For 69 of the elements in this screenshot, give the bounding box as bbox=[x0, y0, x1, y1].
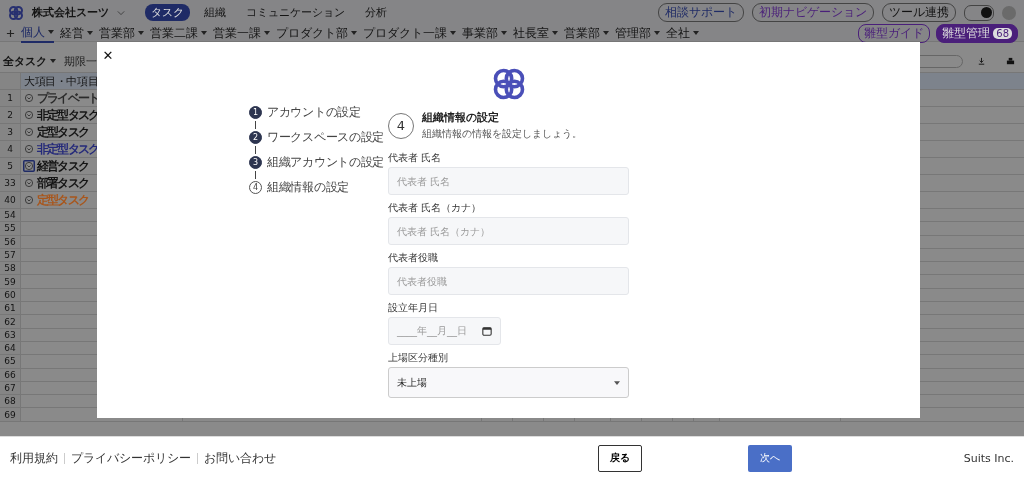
step-number: 1 bbox=[249, 106, 262, 119]
nav-tab[interactable]: タスク bbox=[145, 4, 190, 21]
row-number: 62 bbox=[0, 315, 21, 328]
task-name[interactable]: 定型タスク bbox=[37, 123, 88, 141]
date-field[interactable]: ____年__月__日 bbox=[388, 317, 501, 345]
next-button[interactable]: 次へ bbox=[747, 444, 792, 472]
filter-chip[interactable]: 期限一 bbox=[64, 53, 97, 69]
row-number: 65 bbox=[0, 355, 21, 368]
board-tab[interactable]: プロダクト一課 bbox=[363, 24, 456, 42]
count-badge: 68 bbox=[993, 27, 1012, 39]
row-number: 55 bbox=[0, 222, 21, 235]
row-number: 5 bbox=[0, 158, 21, 174]
row-number: 33 bbox=[0, 175, 21, 191]
row-number: 59 bbox=[0, 275, 21, 288]
nav-tab[interactable]: 組織 bbox=[198, 4, 232, 21]
board-tab[interactable]: 営業一課 bbox=[213, 24, 270, 42]
filter-dropdown[interactable]: 全タスク bbox=[3, 53, 56, 69]
board-tab[interactable]: 営業二課 bbox=[150, 24, 207, 42]
row-number: 4 bbox=[0, 141, 21, 157]
header-button[interactable]: 相談サポート bbox=[658, 3, 744, 22]
board-tab[interactable]: 営業部 bbox=[99, 24, 144, 42]
task-name[interactable]: 部署タスク bbox=[37, 174, 88, 192]
header-button[interactable]: 初期ナビゲーション bbox=[752, 3, 874, 22]
board-tab[interactable]: 個人 bbox=[21, 23, 54, 43]
step-label: アカウントの設定 bbox=[267, 104, 361, 121]
form-subtitle: 組織情報の情報を設定しましょう。 bbox=[422, 127, 582, 141]
row-number: 1 bbox=[0, 90, 21, 106]
field-label: 代表者 氏名 bbox=[388, 151, 443, 165]
board-tab[interactable]: 営業部 bbox=[564, 24, 609, 42]
board-tab[interactable]: 経営 bbox=[60, 24, 93, 42]
board-tab[interactable]: 管理部 bbox=[615, 24, 660, 42]
field-label: 設立年月日 bbox=[388, 301, 439, 315]
field-label: 代表者 氏名（カナ） bbox=[388, 201, 483, 215]
input-field[interactable]: 代表者 氏名（カナ） bbox=[388, 217, 629, 245]
field-label: 代表者役職 bbox=[388, 251, 439, 265]
input-field[interactable]: 代表者 氏名 bbox=[388, 167, 629, 195]
footer-link[interactable]: プライバシーポリシー bbox=[71, 449, 191, 467]
field-label: 上場区分種別 bbox=[388, 351, 449, 365]
row-number: 61 bbox=[0, 302, 21, 315]
task-name[interactable]: プライベート bbox=[37, 89, 99, 107]
select-field[interactable]: 未上場 bbox=[388, 367, 629, 398]
row-number: 2 bbox=[0, 107, 21, 123]
board-tab[interactable]: 事業部 bbox=[462, 24, 507, 42]
form-title: 組織情報の設定 bbox=[422, 110, 500, 125]
footer-link[interactable]: 利用規約 bbox=[10, 449, 58, 467]
row-number: 40 bbox=[0, 192, 21, 208]
step-number: 2 bbox=[249, 131, 262, 144]
row-number: 69 bbox=[0, 408, 21, 421]
step-label: 組織情報の設定 bbox=[267, 179, 349, 196]
task-name[interactable]: 経営タスク bbox=[37, 157, 88, 175]
row-number: 54 bbox=[0, 209, 21, 222]
row-number: 58 bbox=[0, 262, 21, 275]
step-label: ワークスペースの設定 bbox=[267, 129, 384, 146]
row-number: 68 bbox=[0, 395, 21, 408]
board-tab[interactable]: プロダクト部 bbox=[276, 24, 357, 42]
brand-name: Suits Inc. bbox=[963, 451, 1014, 465]
row-number: 3 bbox=[0, 124, 21, 140]
company-name[interactable]: 株式会社スーツ bbox=[32, 5, 109, 20]
close-button[interactable]: ✕ bbox=[101, 47, 115, 63]
step-number: 3 bbox=[249, 156, 262, 169]
nav-tab[interactable]: コミュニケーション bbox=[240, 4, 351, 21]
input-field[interactable]: 代表者役職 bbox=[388, 267, 629, 295]
board-tab[interactable]: 社長室 bbox=[513, 24, 558, 42]
footer-link[interactable]: お問い合わせ bbox=[204, 449, 276, 467]
step-label: 組織アカウントの設定 bbox=[267, 154, 384, 171]
back-button[interactable]: 戻る bbox=[597, 444, 642, 472]
board-tab[interactable]: 全社 bbox=[666, 24, 699, 42]
nav-tab[interactable]: 分析 bbox=[359, 4, 393, 21]
header-button[interactable]: ツール連携 bbox=[882, 3, 956, 22]
